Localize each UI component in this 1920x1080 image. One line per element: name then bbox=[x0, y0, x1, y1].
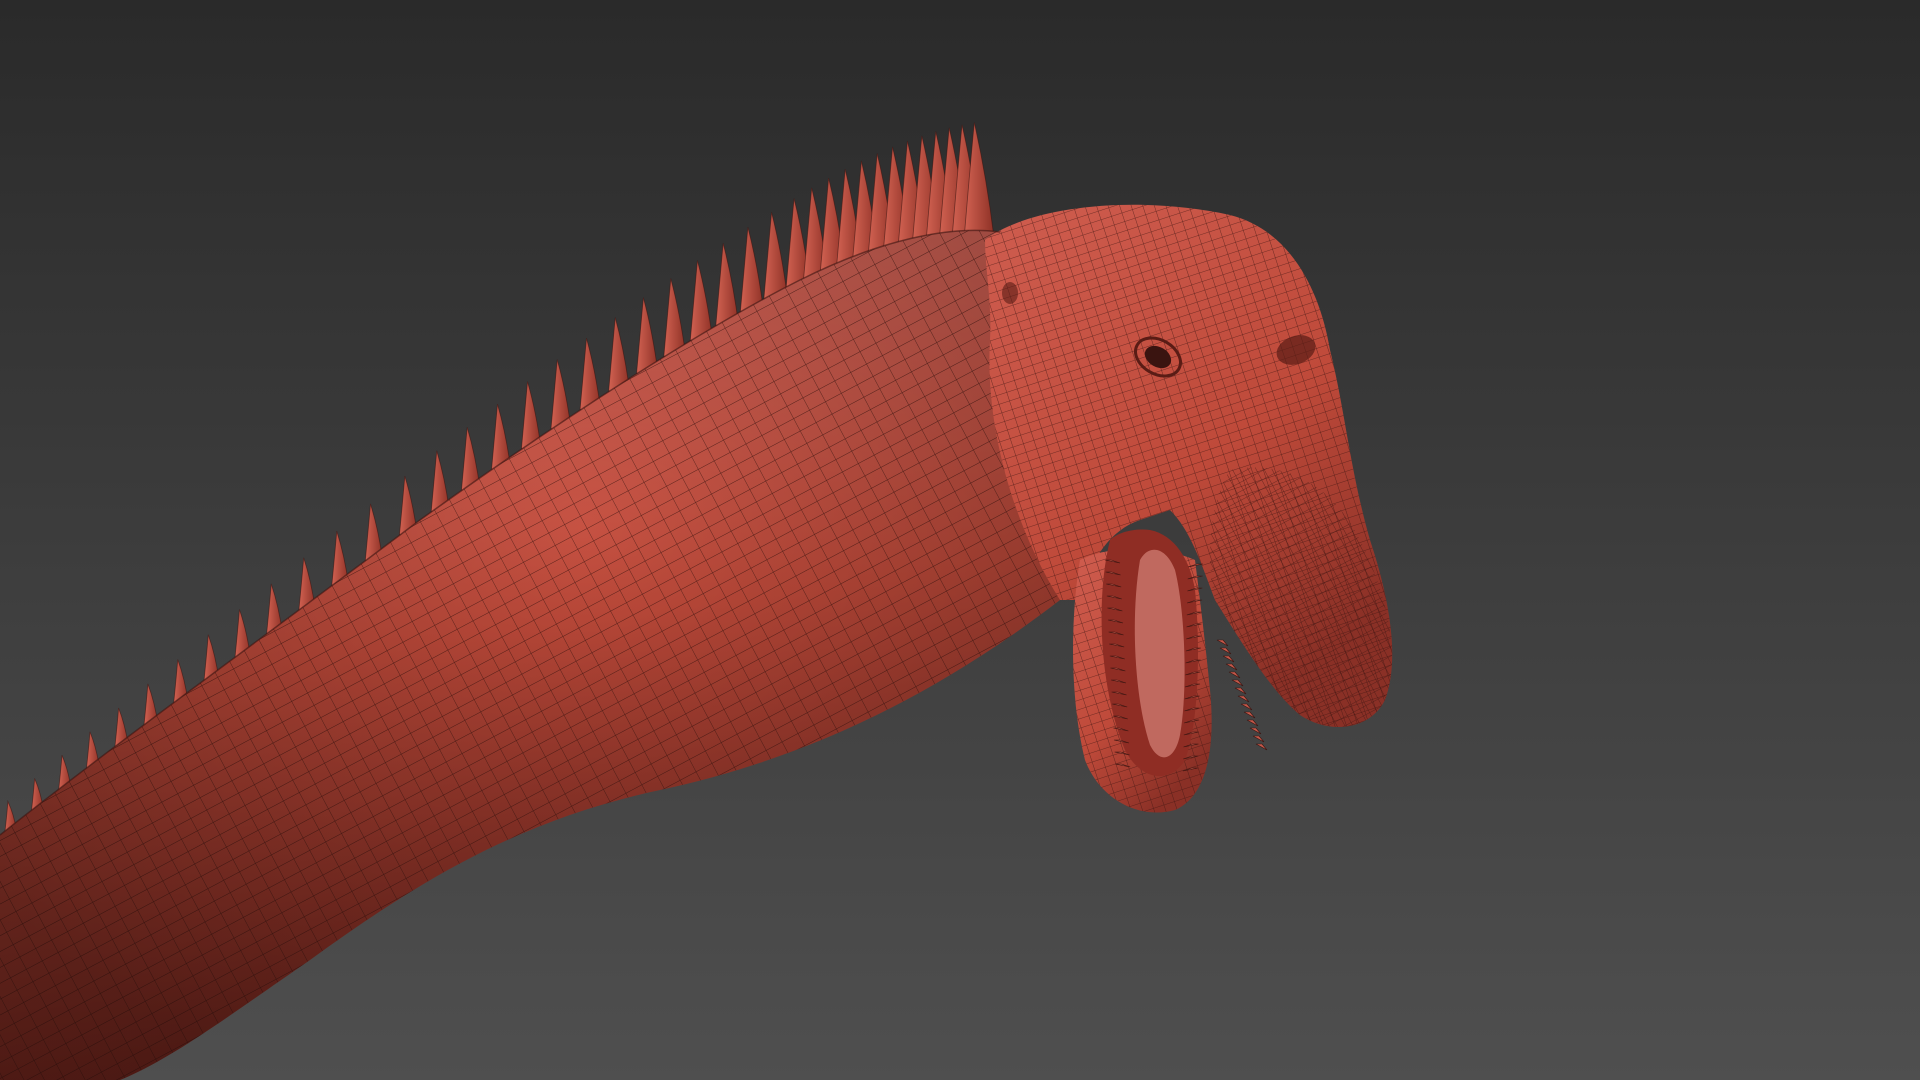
3d-viewport[interactable] bbox=[0, 0, 1920, 1080]
ear-opening bbox=[1002, 282, 1018, 304]
viewport-canvas[interactable] bbox=[0, 0, 1920, 1080]
